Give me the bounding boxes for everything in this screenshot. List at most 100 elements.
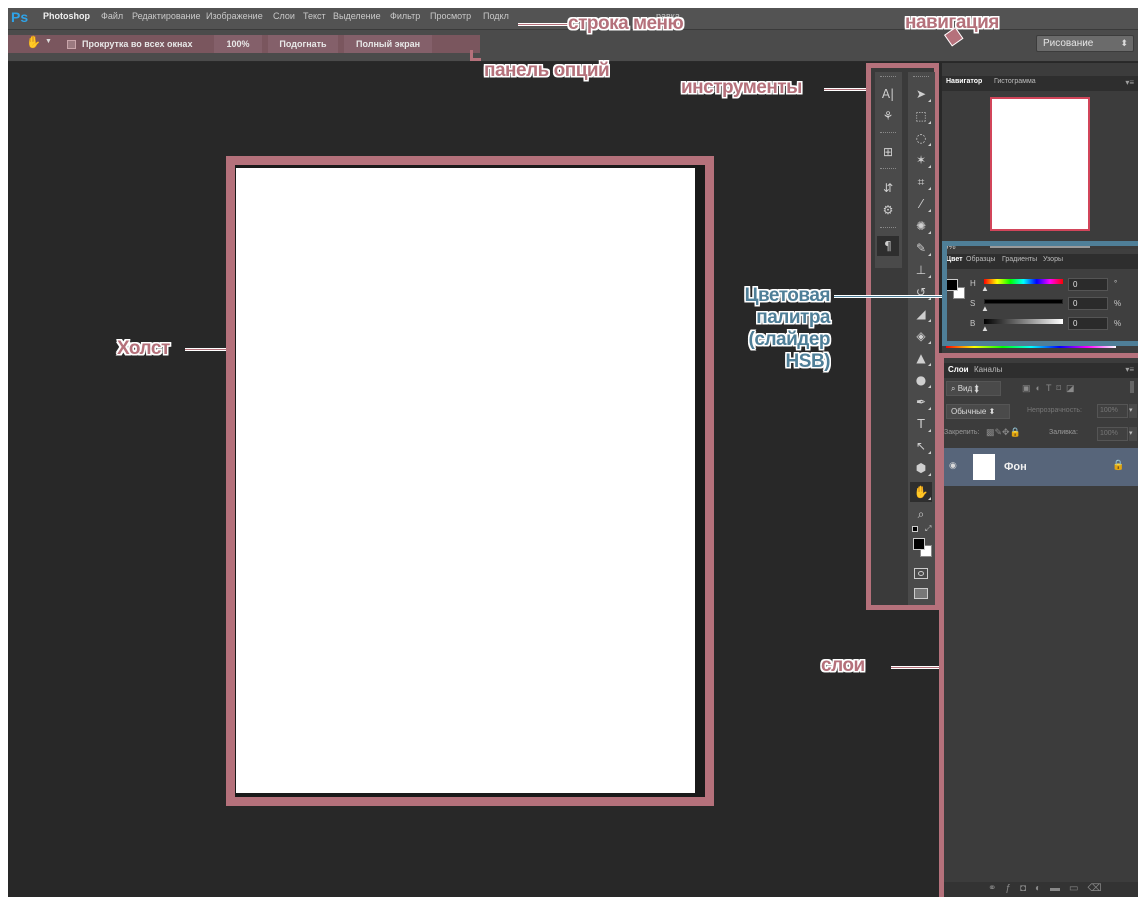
search-icon: ⌕ (951, 384, 958, 393)
slider-thumb-icon[interactable]: ▲ (981, 304, 989, 313)
type-tool-icon[interactable]: T (910, 414, 932, 434)
move-tool-icon[interactable]: ➤ (910, 84, 932, 104)
quick-mask-icon[interactable] (914, 568, 928, 579)
fullscreen-button[interactable]: Полный экран (344, 35, 432, 53)
panel-grip[interactable] (880, 227, 896, 229)
menu-select[interactable]: Выделение (333, 11, 381, 26)
saturation-label: S (970, 299, 976, 308)
navigator-zoom-slider[interactable] (990, 246, 1090, 248)
layer-filter-icons[interactable]: ▣◐T⌑◪ (1022, 383, 1080, 394)
fill-input[interactable]: 100% (1097, 427, 1128, 441)
brightness-slider[interactable] (984, 319, 1063, 324)
workspace-select[interactable]: Рисование ⬍ (1036, 35, 1134, 52)
filter-toggle[interactable] (1130, 381, 1134, 393)
menu-app-name[interactable]: Photoshop (43, 11, 90, 26)
layer-filter-select[interactable]: ⌕ Вид ⬍ (946, 381, 1001, 396)
dodge-tool-icon[interactable]: ● (910, 370, 932, 390)
menu-edit[interactable]: Редактирование (132, 11, 201, 26)
tools-callout-label: инструменты (681, 77, 802, 98)
panel-grip[interactable] (880, 168, 896, 170)
crop-tool-icon[interactable]: ⌗ (910, 172, 932, 192)
menu-type[interactable]: Текст (303, 11, 326, 26)
adjustments-icon[interactable]: ⚙ (877, 200, 899, 220)
panel-menu-icon[interactable]: ▾≡ (1125, 78, 1134, 87)
clone-source-icon[interactable]: ⊞ (877, 142, 899, 162)
lock-icons[interactable]: ▩✎✥🔒 (986, 427, 1021, 438)
foreground-color-swatch[interactable] (913, 538, 925, 550)
canvas-document[interactable] (236, 168, 695, 793)
hand-tool-icon[interactable]: ✋ (26, 35, 41, 49)
fit-screen-button[interactable]: Подогнать (268, 35, 338, 53)
panel-grip[interactable] (880, 132, 896, 134)
tab-gradients[interactable]: Градиенты (1002, 256, 1037, 263)
color-fg-swatch[interactable] (946, 279, 958, 291)
fill-label: Заливка: (1049, 429, 1078, 436)
marquee-tool-icon[interactable]: ⬚ (910, 106, 932, 126)
scroll-all-checkbox[interactable] (67, 40, 76, 49)
menu-layers[interactable]: Слои (273, 11, 295, 26)
chevron-down-icon[interactable]: ▼ (45, 38, 52, 45)
navigator-preview[interactable] (990, 97, 1090, 231)
swap-colors-icon[interactable]: ⤢ (925, 524, 931, 534)
layer-row[interactable]: ◉ Фон 🔒 (942, 448, 1138, 486)
blur-tool-icon[interactable]: ▲ (910, 348, 932, 368)
tab-swatches[interactable]: Образцы (966, 256, 995, 263)
layer-filter-label: Вид (957, 384, 973, 393)
navigator-tabbar: Навигатор Гистограмма ▾≡ (942, 76, 1138, 91)
tab-layers[interactable]: Слои (948, 365, 969, 374)
hand-tool-icon[interactable]: ✋ (910, 482, 932, 502)
opacity-dropdown[interactable]: ▾ (1129, 404, 1137, 418)
zoom-100-button[interactable]: 100% (214, 35, 262, 53)
saturation-input[interactable]: 0 (1068, 297, 1108, 310)
tab-patterns[interactable]: Узоры (1043, 256, 1063, 263)
panel-grip[interactable] (913, 76, 929, 78)
zoom-tool-icon[interactable]: ⌕ (910, 504, 932, 524)
brush-tool-icon[interactable]: ✎ (910, 238, 932, 258)
shape-tool-icon[interactable]: ⬢ (910, 458, 932, 478)
menu-bar-callout-label: строка меню (568, 13, 684, 34)
color-callout-line4: HSB) (785, 351, 831, 372)
slider-thumb-icon[interactable]: ▲ (981, 284, 989, 293)
screen-mode-icon[interactable] (914, 588, 928, 599)
pen-tool-icon[interactable]: ✒ (910, 392, 932, 412)
layers-footer: ⚭ƒ◘◐▬▭⌫ (942, 882, 1138, 897)
history-panel-icon[interactable]: ⇵ (877, 178, 899, 198)
menu-image[interactable]: Изображение (206, 11, 263, 26)
default-colors-icon[interactable] (912, 526, 918, 532)
clone-stamp-tool-icon[interactable]: ⊥ (910, 260, 932, 280)
lasso-tool-icon[interactable]: ◌ (910, 128, 932, 148)
brightness-label: B (970, 319, 976, 328)
menu-view[interactable]: Просмотр (430, 11, 471, 26)
menu-plugins[interactable]: Подкл (483, 11, 509, 26)
tab-histogram[interactable]: Гистограмма (994, 78, 1036, 85)
fill-dropdown[interactable]: ▾ (1129, 427, 1137, 441)
path-selection-tool-icon[interactable]: ↖ (910, 436, 932, 456)
menu-file[interactable]: Файл (101, 11, 123, 26)
opacity-input[interactable]: 100% (1097, 404, 1128, 418)
select-arrows-icon: ⬍ (972, 384, 980, 393)
tab-channels[interactable]: Каналы (974, 365, 1002, 374)
eyedropper-tool-icon[interactable]: ⁄ (910, 194, 932, 214)
slider-thumb-icon[interactable]: ▲ (981, 324, 989, 333)
tab-color[interactable]: Цвет (946, 256, 963, 263)
history-brush-tool-icon[interactable]: ↺ (910, 282, 932, 302)
menu-filter[interactable]: Фильтр (390, 11, 420, 26)
character-panel-icon[interactable]: A| (877, 84, 899, 104)
magic-wand-tool-icon[interactable]: ✶ (910, 150, 932, 170)
panel-menu-icon[interactable]: ▾≡ (1125, 365, 1134, 374)
layer-action-icons[interactable]: ⚭ƒ◘◐▬▭⌫ (988, 883, 1111, 894)
panel-grip[interactable] (880, 76, 896, 78)
tab-navigator[interactable]: Навигатор (946, 78, 982, 85)
layer-name[interactable]: Фон (1004, 461, 1027, 473)
hue-slider[interactable] (984, 279, 1063, 284)
eraser-tool-icon[interactable]: ◢ (910, 304, 932, 324)
saturation-slider[interactable] (984, 299, 1063, 304)
brush-presets-icon[interactable]: ⚘ (877, 106, 899, 126)
brightness-input[interactable]: 0 (1068, 317, 1108, 330)
blend-mode-select[interactable]: Обычные ⬍ (946, 404, 1010, 419)
healing-brush-tool-icon[interactable]: ✺ (910, 216, 932, 236)
hue-input[interactable]: 0 (1068, 278, 1108, 291)
eye-icon[interactable]: ◉ (949, 460, 957, 471)
paint-bucket-tool-icon[interactable]: ◈ (910, 326, 932, 346)
paragraph-panel-icon[interactable]: ¶ (877, 236, 899, 256)
